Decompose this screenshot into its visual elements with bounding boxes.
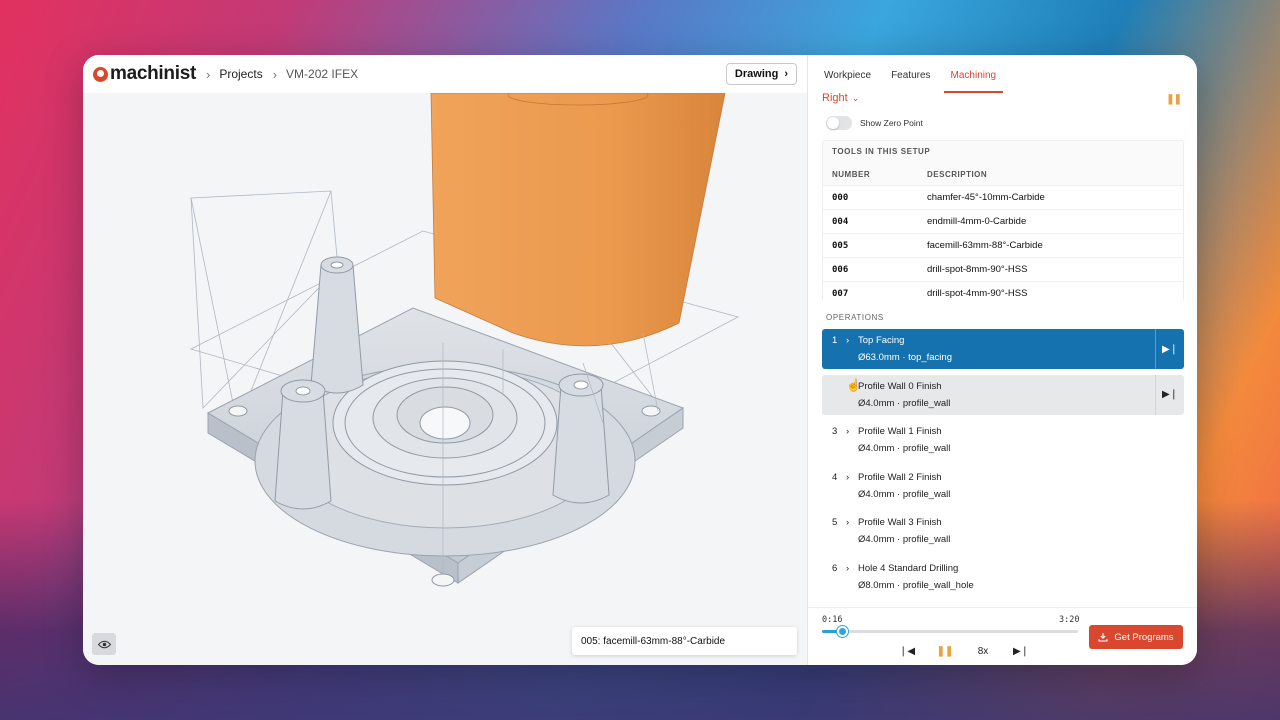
- operation-number: 5: [832, 517, 838, 528]
- tab-workpiece[interactable]: Workpiece: [824, 55, 879, 93]
- breadcrumb-part: VM-202 IFEX: [286, 67, 359, 81]
- table-row[interactable]: 004 endmill-4mm-0-Carbide: [823, 209, 1183, 233]
- view-dropdown-value: Right: [822, 92, 848, 104]
- operation-item[interactable]: 6 › Hole 4 Standard Drilling Ø8.0mm · pr…: [822, 557, 1184, 597]
- get-programs-button[interactable]: Get Programs: [1089, 625, 1183, 649]
- operation-name: Profile Wall 2 Finish: [858, 471, 942, 483]
- tools-header: NUMBER DESCRIPTION: [823, 163, 1183, 185]
- current-time: 0:16: [822, 615, 843, 625]
- operation-number: 1: [832, 335, 838, 346]
- tab-features[interactable]: Features: [891, 55, 938, 93]
- tool-number: 006: [832, 264, 849, 275]
- operations-list: 1 › Top Facing Ø63.0mm · top_facing ▶❘ ☝…: [822, 329, 1184, 602]
- tool-number: 007: [832, 288, 849, 299]
- get-programs-label: Get Programs: [1114, 631, 1174, 643]
- operation-item[interactable]: 1 › Top Facing Ø63.0mm · top_facing ▶❘: [822, 329, 1184, 369]
- chevron-right-icon[interactable]: ›: [846, 426, 858, 437]
- skip-back-icon[interactable]: ❘◀: [888, 646, 926, 657]
- speed-button[interactable]: 8x: [964, 646, 1002, 657]
- pause-icon[interactable]: ❚❚: [1166, 94, 1182, 105]
- skip-forward-icon[interactable]: ▶❘: [1002, 646, 1040, 657]
- viewer-pane: machinist › Projects › VM-202 IFEX Drawi…: [83, 55, 807, 665]
- pause-icon[interactable]: ❚❚: [926, 646, 964, 657]
- tool-description: drill-spot-4mm-90°-HSS: [927, 288, 1028, 299]
- zero-point-row: Show Zero Point: [826, 116, 923, 130]
- drawing-button-label: Drawing: [734, 68, 779, 80]
- column-header-description: DESCRIPTION: [927, 169, 988, 179]
- operation-name: Profile Wall 3 Finish: [858, 517, 942, 528]
- operation-number: 4: [832, 471, 838, 483]
- download-icon: [1098, 633, 1108, 642]
- tool-description: drill-spot-8mm-90°-HSS: [927, 264, 1028, 275]
- drawing-button[interactable]: Drawing ›: [725, 63, 797, 85]
- tool-number: 000: [832, 192, 849, 203]
- skip-to-operation-icon[interactable]: ▶❘: [1155, 329, 1184, 369]
- logo-icon: [93, 66, 108, 82]
- panel-tabs: Workpiece Features Machining: [808, 55, 1197, 93]
- tool-description: chamfer-45°-10mm-Carbide: [927, 192, 1045, 203]
- table-row[interactable]: 006 drill-spot-8mm-90°-HSS: [823, 257, 1183, 281]
- table-row[interactable]: 007 drill-spot-4mm-90°-HSS: [823, 281, 1183, 305]
- tool-description: endmill-4mm-0-Carbide: [927, 216, 1027, 227]
- tools-table: TOOLS IN THIS SETUP NUMBER DESCRIPTION 0…: [822, 140, 1184, 305]
- chevron-right-icon: ›: [272, 66, 278, 82]
- operation-name: Hole 4 Standard Drilling: [858, 562, 959, 574]
- chevron-right-icon: ›: [206, 66, 211, 82]
- breadcrumb-projects[interactable]: Projects: [219, 67, 262, 81]
- timeline-handle[interactable]: [837, 626, 849, 637]
- operation-name: Profile Wall 1 Finish: [858, 426, 942, 437]
- operation-name: Top Facing: [858, 335, 905, 346]
- chevron-right-icon[interactable]: ›: [846, 563, 858, 574]
- skip-to-operation-icon[interactable]: ▶❘: [1155, 374, 1184, 415]
- active-tool-label: 005: facemill-63mm-88°-Carbide: [572, 627, 797, 655]
- operation-detail: Ø4.0mm · profile_wall: [858, 488, 951, 500]
- eye-icon: [97, 640, 111, 648]
- playback-controls: ❘◀ ❚❚ 8x ▶❘: [888, 646, 1040, 657]
- 3d-model-render: [189, 84, 740, 587]
- 3d-viewport[interactable]: [83, 84, 807, 665]
- playback-bar: 0:16 3:20 ❘◀ ❚❚ 8x ▶❘ Get Programs: [808, 607, 1197, 665]
- chevron-down-icon: ⌄: [851, 92, 860, 103]
- table-row[interactable]: 000 chamfer-45°-10mm-Carbide: [823, 185, 1183, 209]
- operation-detail: Ø4.0mm · profile_wall: [858, 397, 951, 409]
- view-dropdown[interactable]: Right ⌄: [822, 92, 859, 104]
- visibility-toggle[interactable]: [92, 633, 116, 655]
- operation-number: 3: [832, 426, 838, 437]
- tool-description: facemill-63mm-88°-Carbide: [927, 240, 1043, 251]
- column-header-number: NUMBER: [832, 169, 871, 179]
- chevron-right-icon[interactable]: ›: [846, 335, 858, 346]
- operation-item[interactable]: 5 › Profile Wall 3 Finish Ø4.0mm · profi…: [822, 511, 1184, 551]
- brand-name: machinist: [110, 63, 196, 84]
- side-panel: Workpiece Features Machining Right ⌄ ❚❚ …: [807, 55, 1197, 665]
- tool-number: 004: [832, 216, 849, 227]
- zero-point-toggle[interactable]: [826, 116, 852, 130]
- operations-title: OPERATIONS: [826, 313, 884, 322]
- operation-detail: Ø4.0mm · profile_wall: [858, 534, 951, 545]
- logo[interactable]: machinist: [93, 63, 196, 85]
- zero-point-label: Show Zero Point: [860, 118, 923, 128]
- total-time: 3:20: [1059, 615, 1080, 625]
- top-bar: machinist › Projects › VM-202 IFEX Drawi…: [83, 55, 807, 93]
- operation-detail: Ø8.0mm · profile_wall_hole: [858, 579, 974, 591]
- timeline-slider[interactable]: [822, 626, 1078, 637]
- tab-machining[interactable]: Machining: [943, 55, 1004, 93]
- pointer-cursor-icon: ☝: [846, 377, 861, 392]
- operation-detail: Ø63.0mm · top_facing: [858, 352, 952, 363]
- app-window: machinist › Projects › VM-202 IFEX Drawi…: [83, 55, 1197, 665]
- chevron-right-icon: ›: [784, 68, 788, 80]
- operation-item[interactable]: 4 › Profile Wall 2 Finish Ø4.0mm · profi…: [822, 466, 1184, 506]
- operation-item[interactable]: 3 › Profile Wall 1 Finish Ø4.0mm · profi…: [822, 420, 1184, 460]
- chevron-right-icon[interactable]: ›: [846, 517, 858, 528]
- operation-detail: Ø4.0mm · profile_wall: [858, 443, 951, 454]
- chevron-right-icon[interactable]: ›: [846, 472, 858, 483]
- tool-number: 005: [832, 240, 849, 251]
- operation-name: Profile Wall 0 Finish: [858, 380, 942, 392]
- operation-number: 6: [832, 562, 838, 574]
- tools-title: TOOLS IN THIS SETUP: [832, 147, 931, 156]
- table-row[interactable]: 005 facemill-63mm-88°-Carbide: [823, 233, 1183, 257]
- operation-item[interactable]: ☝ Profile Wall 0 Finish Ø4.0mm · profile…: [822, 374, 1184, 415]
